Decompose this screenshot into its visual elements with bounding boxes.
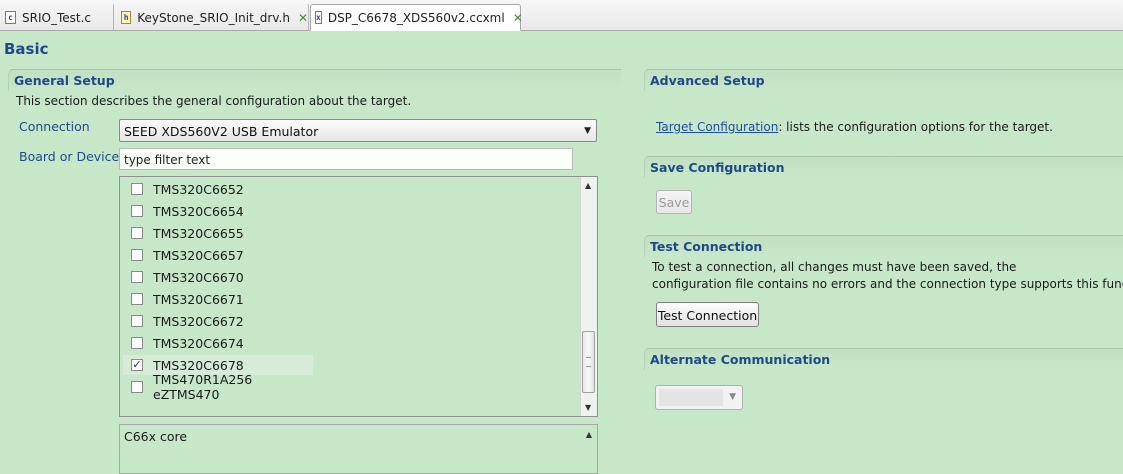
test-connection-line1: To test a connection, all changes must h…	[652, 260, 1017, 274]
page-title: Basic	[4, 40, 49, 58]
connection-value: SEED XDS560V2 USB Emulator	[124, 124, 319, 139]
device-name: TMS320C6672	[153, 313, 244, 329]
dropdown-arrow-icon: ▼	[729, 392, 736, 402]
ccxml-file-icon: x	[315, 11, 322, 24]
scroll-up-icon[interactable]: ▲	[586, 430, 592, 439]
connection-label: Connection	[19, 119, 90, 134]
test-connection-header: Test Connection	[644, 235, 1123, 257]
device-list[interactable]: TMS320C6652 TMS320C6654 TMS320C6655 TMS3…	[119, 176, 598, 417]
checkbox[interactable]	[131, 381, 143, 393]
device-list-item[interactable]: TMS320C6657	[123, 245, 313, 265]
scrollbar-thumb[interactable]	[582, 331, 595, 393]
device-list-item[interactable]: TMS320C6672	[123, 311, 313, 331]
device-list-item[interactable]: TMS320C6671	[123, 289, 313, 309]
checkbox[interactable]	[131, 227, 143, 239]
device-list-item[interactable]: TMS320C6655	[123, 223, 313, 243]
device-name: TMS320C6654	[153, 203, 244, 219]
general-setup-description: This section describes the general confi…	[16, 94, 412, 108]
alternate-communication-value	[659, 389, 723, 406]
scroll-up-icon[interactable]: ▲	[585, 181, 591, 190]
tab-keystone-srio-init-drv-h[interactable]: h KeyStone_SRIO_Init_drv.h ✕	[116, 4, 309, 30]
device-name: TMS320C6670	[153, 269, 244, 285]
device-list-item[interactable]: TMS320C6670	[123, 267, 313, 287]
advanced-setup-suffix: : lists the configuration options for th…	[778, 120, 1053, 134]
checkbox[interactable]	[131, 315, 143, 327]
checkbox[interactable]	[131, 293, 143, 305]
general-setup-header: General Setup	[8, 69, 621, 91]
tab-label: DSP_C6678_XDS560v2.ccxml	[327, 10, 505, 25]
checkbox[interactable]	[131, 337, 143, 349]
c-source-file-icon: c	[5, 11, 16, 24]
test-connection-line2: configuration file contains no errors an…	[652, 277, 1123, 291]
save-button[interactable]: Save	[656, 190, 692, 214]
board-or-device-label: Board or Device	[19, 149, 120, 164]
checkbox[interactable]	[131, 271, 143, 283]
device-list-item[interactable]: TMS320C6652	[123, 179, 313, 199]
device-name: TMS320C6674	[153, 335, 244, 351]
dropdown-arrow-icon: ▼	[584, 126, 591, 136]
device-name: TMS320C6657	[153, 247, 244, 263]
device-name: TMS470R1A256 eZTMS470	[153, 372, 253, 402]
advanced-setup-text: Target Configuration: lists the configur…	[656, 120, 1053, 134]
device-name: TMS320C6652	[153, 181, 244, 197]
tab-label: KeyStone_SRIO_Init_drv.h	[137, 10, 290, 25]
device-description-box: C66x core ▲	[119, 424, 598, 474]
save-configuration-header: Save Configuration	[644, 156, 1123, 178]
scroll-down-icon[interactable]: ▼	[585, 403, 591, 412]
alternate-communication-select[interactable]: ▼	[655, 385, 743, 410]
device-list-item[interactable]: TMS320C6674	[123, 333, 313, 353]
core-description: C66x core	[124, 429, 188, 444]
tab-dsp-c6678-ccxml[interactable]: x DSP_C6678_XDS560v2.ccxml ✕	[310, 4, 523, 31]
device-list-scrollbar[interactable]: ▲ ▼	[580, 177, 597, 416]
checkbox[interactable]	[131, 183, 143, 195]
editor-tab-bar: c SRIO_Test.c h KeyStone_SRIO_Init_drv.h…	[0, 0, 1123, 31]
alternate-communication-header: Alternate Communication	[644, 348, 1123, 370]
device-name: TMS320C6671	[153, 291, 244, 307]
device-name: TMS320C6655	[153, 225, 244, 241]
header-file-icon: h	[121, 11, 132, 24]
advanced-setup-header: Advanced Setup	[644, 69, 1123, 91]
device-list-item[interactable]: TMS320C6654	[123, 201, 313, 221]
device-name: TMS320C6678	[153, 357, 244, 373]
checkbox[interactable]	[131, 205, 143, 217]
device-list-item[interactable]: TMS470R1A256 eZTMS470	[123, 372, 313, 402]
tab-label: SRIO_Test.c	[22, 10, 91, 25]
test-connection-button[interactable]: Test Connection	[656, 302, 759, 327]
close-icon[interactable]: ✕	[298, 12, 308, 24]
target-configuration-link[interactable]: Target Configuration	[656, 120, 778, 134]
device-filter-input[interactable]: type filter text	[119, 148, 573, 170]
checkbox-checked[interactable]: ✓	[131, 359, 143, 371]
checkbox[interactable]	[131, 249, 143, 261]
close-icon[interactable]: ✕	[513, 12, 523, 24]
connection-select[interactable]: SEED XDS560V2 USB Emulator ▼	[119, 119, 597, 142]
tab-srio-test-c[interactable]: c SRIO_Test.c	[0, 4, 114, 30]
